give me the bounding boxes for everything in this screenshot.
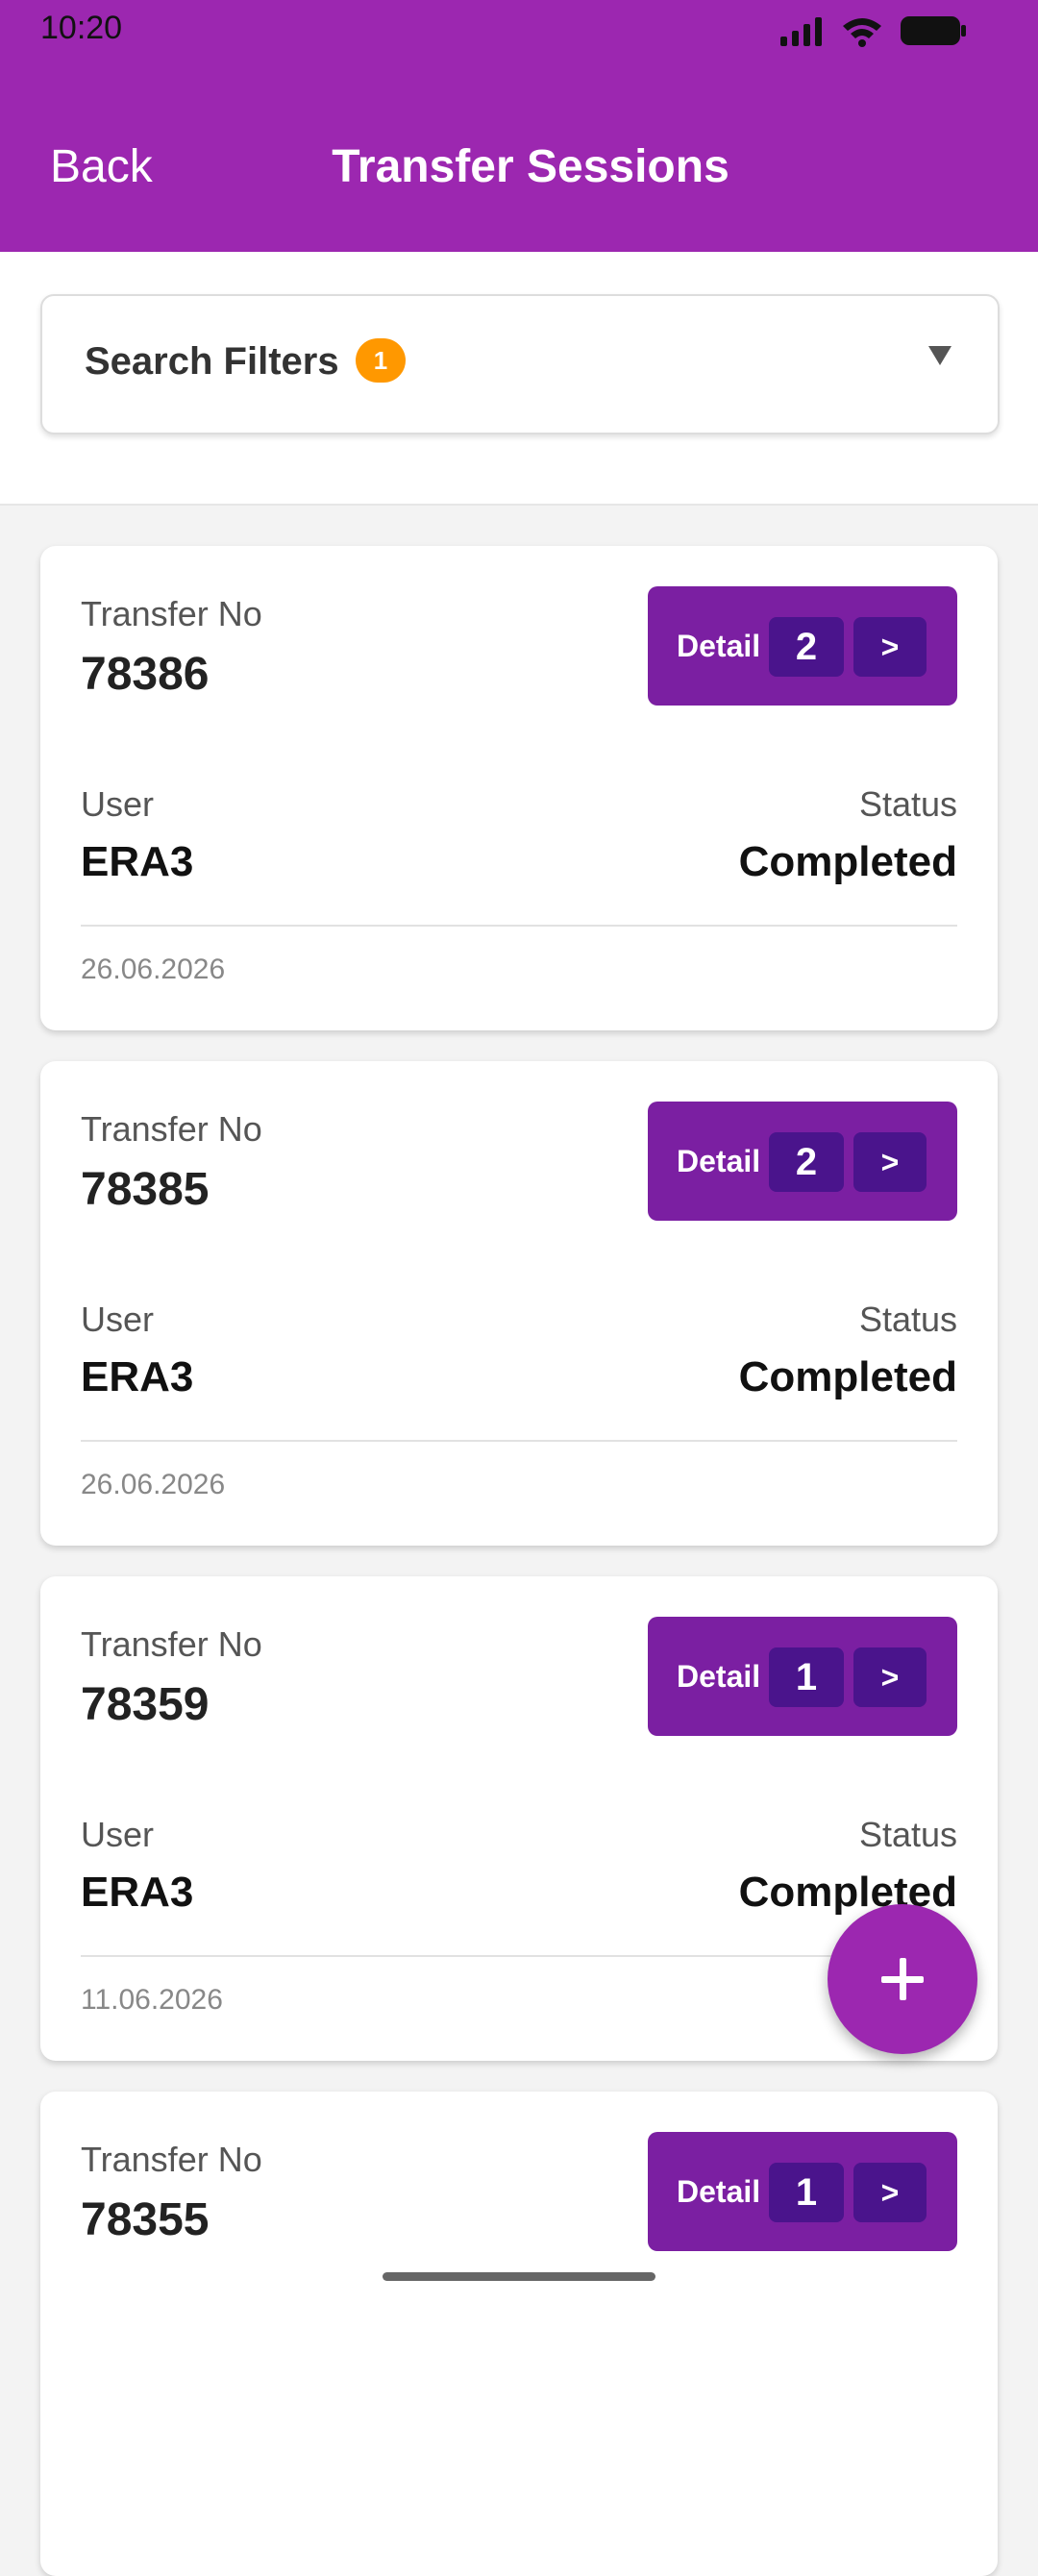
search-filters-label: Search Filters — [85, 340, 339, 383]
transfer-date: 26.06.2026 — [81, 1469, 226, 1500]
transfer-no-value: 78355 — [81, 2194, 210, 2245]
detail-label: Detail — [677, 2174, 761, 2209]
app-header: 10:20 Back Transfer Sessions — [0, 0, 1038, 252]
transfer-no-label: Transfer No — [81, 594, 262, 633]
user-label: User — [81, 1300, 155, 1339]
detail-label: Detail — [677, 1659, 761, 1694]
status-label: Status — [858, 1300, 957, 1339]
search-filters-toggle[interactable]: Search Filters 1 — [40, 294, 1000, 434]
status-value: Completed — [738, 838, 957, 885]
status-label: Status — [858, 1815, 957, 1854]
transfer-date: 11.06.2026 — [81, 1984, 223, 2016]
caret-down-icon — [928, 346, 952, 365]
transfer-no-value: 78386 — [81, 649, 210, 700]
detail-count-badge: 2 — [769, 617, 844, 677]
detail-button[interactable]: Detail 1 > — [648, 2132, 957, 2251]
card-divider — [81, 1955, 957, 1957]
filter-section: Search Filters 1 — [0, 252, 1038, 506]
detail-count-badge: 1 — [769, 2163, 844, 2222]
card-divider — [81, 1440, 957, 1442]
chevron-right-icon: > — [853, 1132, 927, 1192]
signal-icon — [780, 17, 822, 46]
transfer-card: Transfer No 78386 Detail 2 > User ERA3 S… — [40, 546, 998, 1030]
user-label: User — [81, 784, 155, 824]
transfer-date: 26.06.2026 — [81, 954, 226, 985]
home-indicator — [383, 2272, 655, 2281]
transfer-no-label: Transfer No — [81, 1109, 262, 1149]
status-label: Status — [858, 784, 957, 824]
add-transfer-button[interactable] — [828, 1904, 977, 2054]
transfer-card: Transfer No 78385 Detail 2 > User ERA3 S… — [40, 1061, 998, 1546]
wifi-icon — [843, 18, 881, 47]
user-label: User — [81, 1815, 155, 1854]
user-value: ERA3 — [81, 1869, 194, 1916]
chevron-right-icon: > — [853, 617, 927, 677]
battery-icon — [901, 16, 966, 45]
filter-count-badge: 1 — [356, 338, 406, 383]
user-value: ERA3 — [81, 1353, 194, 1400]
transfer-no-label: Transfer No — [81, 1624, 262, 1664]
user-value: ERA3 — [81, 838, 194, 885]
transfer-no-label: Transfer No — [81, 2140, 262, 2179]
detail-label: Detail — [677, 629, 761, 663]
status-time: 10:20 — [40, 10, 123, 46]
detail-button[interactable]: Detail 1 > — [648, 1617, 957, 1736]
transfer-no-value: 78385 — [81, 1164, 210, 1215]
chevron-right-icon: > — [853, 1647, 927, 1707]
detail-button[interactable]: Detail 2 > — [648, 586, 957, 706]
detail-count-badge: 2 — [769, 1132, 844, 1192]
detail-label: Detail — [677, 1144, 761, 1178]
status-icons — [778, 12, 967, 50]
transfer-no-value: 78359 — [81, 1679, 210, 1730]
status-value: Completed — [738, 1353, 957, 1400]
detail-count-badge: 1 — [769, 1647, 844, 1707]
transfer-card: Transfer No 78355 Detail 1 > — [40, 2092, 998, 2576]
card-divider — [81, 925, 957, 927]
chevron-right-icon: > — [853, 2163, 927, 2222]
page-title: Transfer Sessions — [332, 141, 729, 192]
detail-button[interactable]: Detail 2 > — [648, 1102, 957, 1221]
